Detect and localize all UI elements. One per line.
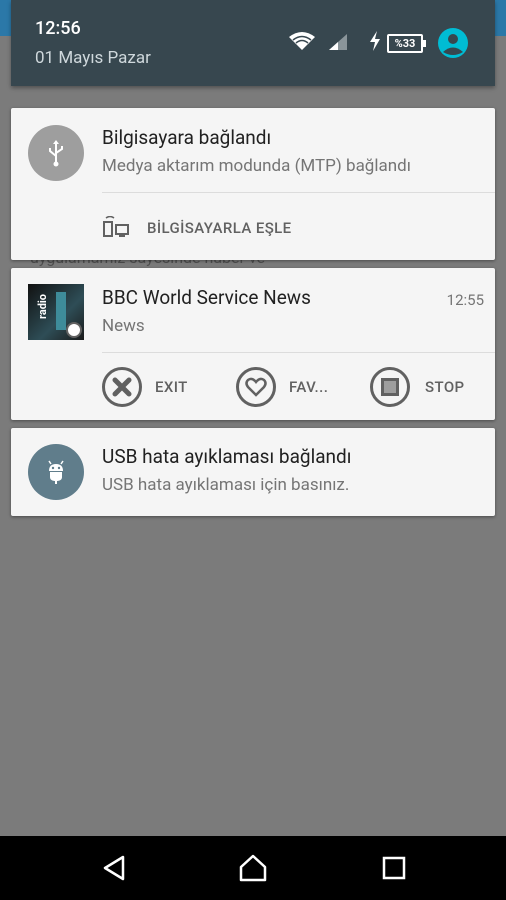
notification-title: BBC World Service News	[102, 286, 311, 309]
divider	[102, 352, 495, 353]
date: 01 Mayıs Pazar	[35, 48, 151, 68]
notification-title: USB hata ayıklaması bağlandı	[102, 445, 352, 468]
notification-title: Bilgisayara bağlandı	[102, 126, 272, 149]
sync-computer-label: BİLGİSAYARLA EŞLE	[147, 219, 292, 237]
signal-icon	[329, 34, 347, 50]
notification-bbc-news[interactable]: radio BBC World Service News 12:55 News …	[11, 268, 495, 420]
wifi-icon	[289, 32, 315, 50]
notification-time: 12:55	[446, 291, 484, 309]
user-avatar-icon[interactable]	[437, 27, 469, 59]
recent-apps-icon	[382, 856, 406, 880]
clock: 12:56	[35, 18, 81, 39]
favorite-label: FAV...	[289, 378, 329, 396]
stop-icon	[370, 367, 410, 407]
favorite-button[interactable]: FAV...	[236, 365, 346, 409]
sync-computer-action[interactable]: BİLGİSAYARLA EŞLE	[102, 208, 352, 248]
usb-icon	[28, 125, 84, 181]
exit-button[interactable]: EXIT	[102, 365, 212, 409]
charging-icon	[370, 31, 380, 51]
back-icon	[103, 855, 125, 881]
home-button[interactable]	[233, 850, 273, 886]
exit-label: EXIT	[155, 378, 188, 396]
computer-sync-icon	[103, 216, 129, 237]
notification-usb-connected[interactable]: Bilgisayara bağlandı Medya aktarım modun…	[11, 108, 495, 260]
divider	[102, 192, 495, 193]
notification-subtitle: News	[102, 316, 145, 336]
home-icon	[239, 854, 267, 882]
exit-icon	[102, 367, 142, 407]
stop-label: STOP	[425, 378, 465, 396]
android-debug-icon	[28, 444, 84, 500]
radio-app-icon: radio	[28, 284, 84, 340]
heart-icon	[236, 367, 276, 407]
notification-shade-header[interactable]: 12:56 01 Mayıs Pazar %33	[11, 0, 495, 86]
navigation-bar	[0, 836, 506, 900]
notification-subtitle: Medya aktarım modunda (MTP) bağlandı	[102, 156, 411, 176]
recent-apps-button[interactable]	[374, 850, 414, 886]
notification-usb-debugging[interactable]: USB hata ayıklaması bağlandı USB hata ay…	[11, 428, 495, 516]
battery-indicator: %33	[387, 34, 426, 53]
stop-button[interactable]: STOP	[370, 365, 490, 409]
back-button[interactable]	[94, 850, 134, 886]
notification-subtitle: USB hata ayıklaması için basınız.	[102, 475, 350, 495]
